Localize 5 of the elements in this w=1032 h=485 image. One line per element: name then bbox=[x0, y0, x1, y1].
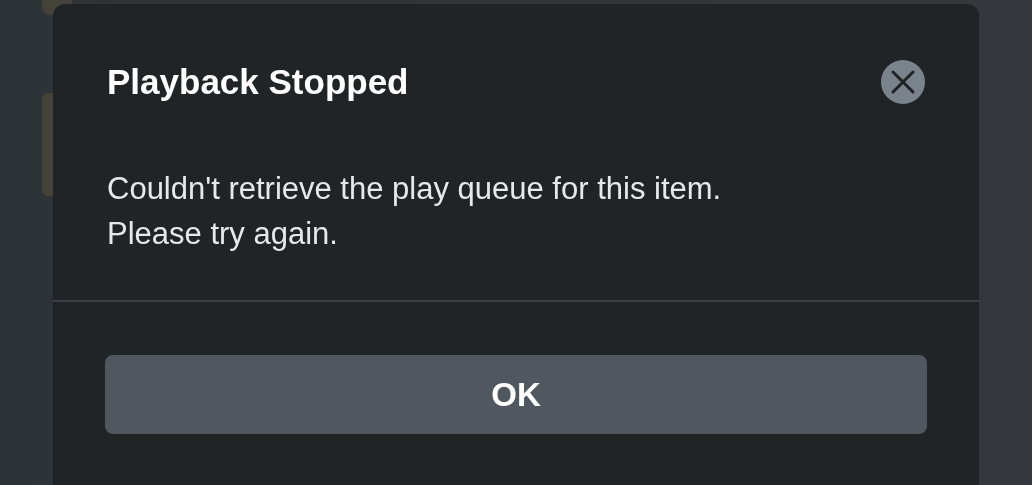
close-icon bbox=[891, 70, 915, 94]
dialog-message: Couldn't retrieve the play queue for this item. Please try again. bbox=[106, 170, 723, 253]
ok-button[interactable]: OK bbox=[105, 355, 927, 434]
close-button[interactable] bbox=[881, 60, 925, 104]
dialog-title: Playback Stopped bbox=[107, 61, 409, 103]
